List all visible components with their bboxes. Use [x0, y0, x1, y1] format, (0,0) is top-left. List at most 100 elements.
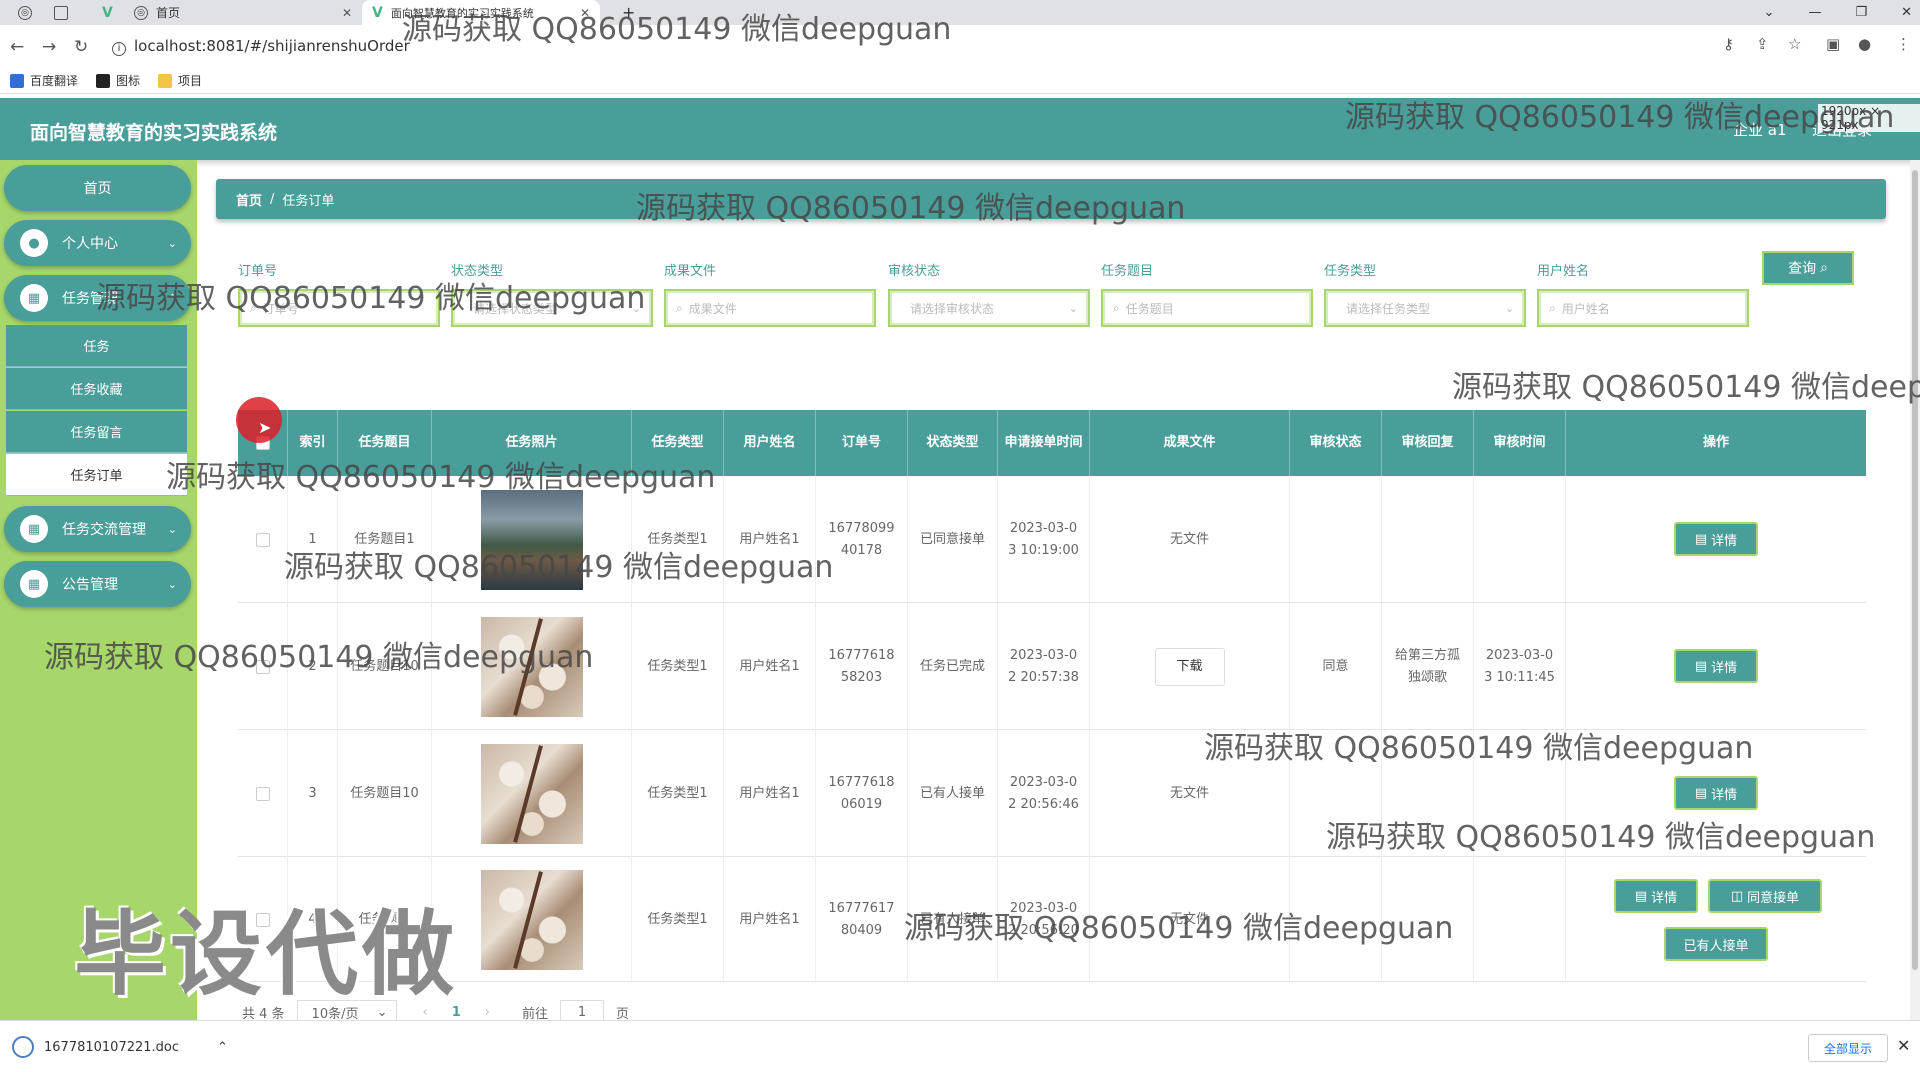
filter-user-name[interactable]: ⌕ 用户姓名	[1537, 289, 1749, 327]
cursor-arrow-icon: ➤	[258, 418, 272, 437]
watermark-text: 源码获取 QQ86050149 微信deepguan	[44, 640, 594, 675]
search-icon: ⌕	[1820, 260, 1828, 276]
watermark-big-text: 毕设代做	[74, 901, 459, 1008]
detail-button[interactable]: ▤ 详情	[1674, 522, 1758, 556]
breadcrumb-home[interactable]: 首页	[236, 190, 262, 209]
book-icon: ◫	[1730, 888, 1744, 904]
share-icon[interactable]: ⇪	[1756, 35, 1769, 53]
browser-tab-2[interactable]	[44, 0, 78, 25]
browser-tab-1[interactable]: ◎	[8, 0, 42, 25]
th-audit-time: 审核时间	[1474, 410, 1566, 476]
browser-tab-home[interactable]: ◎ 首页 ✕	[124, 0, 362, 25]
reload-icon[interactable]: ↻	[74, 37, 88, 57]
page-scrollbar[interactable]	[1910, 160, 1920, 1020]
info-icon: i	[112, 42, 126, 56]
filter-label-task-title: 任务题目	[1101, 264, 1154, 279]
cell-status: 任务已完成	[908, 603, 998, 730]
star-icon[interactable]: ☆	[1788, 35, 1801, 53]
th-apply-time: 申请接单时间	[998, 410, 1090, 476]
th-actions: 操作	[1702, 435, 1729, 450]
cell-audit-time	[1474, 857, 1566, 982]
sidepanel-icon[interactable]: ▣	[1826, 35, 1840, 53]
download-button[interactable]: 下载	[1154, 647, 1225, 686]
scrollbar-thumb[interactable]	[1912, 170, 1918, 970]
th-user: 用户姓名	[724, 410, 816, 476]
cell-result-file: 无文件	[1090, 476, 1290, 603]
sidebar-item-personal[interactable]: ● 个人中心 ⌄	[4, 220, 191, 266]
watermark-text: 源码获取 QQ86050149 微信deepguan	[1204, 731, 1754, 766]
cell-type: 任务类型1	[632, 603, 724, 730]
close-icon[interactable]: ✕	[342, 6, 352, 20]
sidebar-sub-task-orders[interactable]: 任务订单	[6, 454, 187, 496]
kebab-menu-icon[interactable]: ⋮	[1896, 35, 1911, 53]
filter-audit-status[interactable]: 请选择审核状态 ⌄	[888, 289, 1090, 327]
cell-audit-status	[1290, 476, 1382, 603]
watermark-text: 源码获取 QQ86050149 微信deepguan	[1326, 820, 1876, 855]
key-icon[interactable]: ⚷	[1723, 35, 1734, 53]
filter-task-type[interactable]: 请选择任务类型 ⌄	[1324, 289, 1526, 327]
forward-arrow-icon[interactable]: →	[42, 37, 56, 57]
detail-button[interactable]: ▤ 详情	[1614, 879, 1698, 913]
chevron-up-icon[interactable]: ⌃	[217, 1040, 228, 1055]
breadcrumb-separator: /	[270, 191, 275, 207]
checkbox[interactable]	[255, 786, 270, 801]
watermark-text: 源码获取 QQ86050149 微信deepguan	[904, 911, 1454, 946]
document-icon: ▤	[1634, 888, 1648, 904]
search-icon: ⌕	[676, 300, 683, 315]
watermark-text: 源码获取 QQ86050149 微信deepguan	[284, 550, 834, 585]
cell-photo	[432, 730, 632, 857]
task-photo[interactable]	[480, 869, 583, 970]
cell-status: 已有人接单	[908, 730, 998, 857]
cell-audit-reply: 给第三方孤独颂歌	[1382, 603, 1474, 730]
th-status: 状态类型	[908, 410, 998, 476]
minimize-icon[interactable]: —	[1808, 5, 1821, 20]
cell-order-no: 1677761780409	[816, 857, 908, 982]
filter-label-result-file: 成果文件	[664, 264, 717, 279]
show-all-button[interactable]: 全部显示	[1808, 1034, 1888, 1062]
cell-order-no: 1677761806019	[816, 730, 908, 857]
page-unit-label: 页	[616, 1006, 630, 1022]
chevron-down-icon[interactable]: ⌄	[1764, 5, 1775, 20]
sidebar-sub-task-favorites[interactable]: 任务收藏	[6, 368, 187, 410]
filter-label-user-name: 用户姓名	[1537, 264, 1590, 279]
order-taken-button[interactable]: 已有人接单	[1664, 927, 1768, 961]
bookmark-item[interactable]: 项目	[158, 72, 202, 89]
sidebar-sub-task[interactable]: 任务	[6, 325, 187, 367]
detail-button[interactable]: ▤ 详情	[1674, 776, 1758, 810]
watermark-text: 源码获取 QQ86050149 微信deepguan	[636, 191, 1186, 226]
query-button[interactable]: 查询 ⌕	[1762, 251, 1854, 285]
sidebar-item-notice[interactable]: ▦ 公告管理 ⌄	[4, 561, 191, 607]
download-bar	[0, 1020, 1920, 1072]
bookmark-item[interactable]: 图标	[96, 72, 140, 89]
th-audit-status: 审核状态	[1290, 410, 1382, 476]
document-icon: ▤	[1694, 658, 1708, 674]
detail-button[interactable]: ▤ 详情	[1674, 649, 1758, 683]
watermark-text: 源码获取 QQ86050149 微信deepguan	[96, 281, 646, 316]
cell-user: 用户姓名1	[724, 857, 816, 982]
document-icon: ▤	[1694, 531, 1708, 547]
sidebar-sub-task-messages[interactable]: 任务留言	[6, 411, 187, 453]
filter-result-file[interactable]: ⌕ 成果文件	[664, 289, 876, 327]
row-checkbox-cell	[238, 730, 288, 857]
chevron-down-icon: ⌄	[1504, 301, 1514, 315]
download-item[interactable]: 1677810107221.doc ⌃	[12, 1036, 228, 1058]
bookmark-item[interactable]: 百度翻译	[10, 72, 78, 89]
url-field[interactable]: i localhost:8081/#/shijianrenshuOrder	[112, 37, 410, 56]
filter-label-task-type: 任务类型	[1324, 264, 1377, 279]
task-photo[interactable]	[480, 743, 583, 844]
cell-order-no: 1677761858203	[816, 603, 908, 730]
close-icon[interactable]: ✕	[1897, 1036, 1910, 1055]
agree-order-button[interactable]: ◫ 同意接单	[1708, 879, 1822, 913]
back-arrow-icon[interactable]: ←	[10, 37, 24, 57]
cell-index: 3	[288, 730, 338, 857]
sidebar-item-exchange[interactable]: ▦ 任务交流管理 ⌄	[4, 506, 191, 552]
close-window-icon[interactable]: ✕	[1901, 5, 1912, 20]
sidebar-item-home[interactable]: 首页	[4, 165, 191, 211]
filter-task-title[interactable]: ⌕ 任务题目	[1101, 289, 1313, 327]
restore-icon[interactable]: ❐	[1855, 5, 1867, 20]
profile-icon[interactable]: ●	[1858, 35, 1871, 53]
browser-tab-vue[interactable]: V	[92, 0, 123, 25]
chevron-down-icon: ⌄	[167, 522, 177, 536]
next-page-icon[interactable]: ›	[485, 1005, 490, 1020]
checkbox[interactable]	[255, 532, 270, 547]
